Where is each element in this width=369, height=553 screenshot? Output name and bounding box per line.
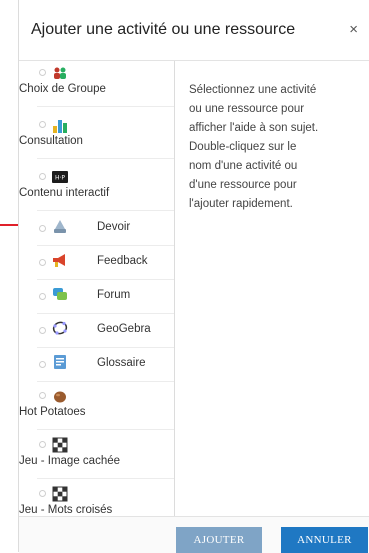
glossary-icon: [54, 355, 66, 369]
option-radio[interactable]: [39, 361, 46, 368]
divider: [37, 347, 174, 348]
option-radio[interactable]: [39, 225, 46, 232]
divider: [37, 279, 174, 280]
option-label: Devoir: [97, 221, 131, 233]
option-label: Forum: [97, 289, 131, 301]
divider: [37, 245, 174, 246]
cancel-button[interactable]: ANNULER: [281, 527, 368, 553]
forum-icon: [53, 288, 67, 300]
divider: [37, 313, 174, 314]
divider: [37, 381, 174, 382]
divider: [37, 210, 174, 211]
option-radio[interactable]: [39, 490, 46, 497]
option-radio[interactable]: [39, 121, 46, 128]
option-label: GeoGebra: [97, 323, 151, 335]
option-label: Consultation: [19, 135, 83, 147]
option-radio[interactable]: [39, 173, 46, 180]
dialog-title: Ajouter une activité ou une ressource: [31, 21, 296, 38]
option-label: Jeu - Mots croisés: [19, 504, 113, 516]
option-label: Hot Potatoes: [19, 406, 86, 418]
help-line: afficher l'aide à son sujet.: [189, 122, 319, 134]
option-label: Glossaire: [97, 357, 146, 369]
geogebra-icon: [52, 321, 68, 335]
option-radio[interactable]: [39, 327, 46, 334]
help-line: ou une ressource pour: [189, 103, 305, 115]
option-hot-potatoes[interactable]: Hot Potatoes: [19, 384, 174, 429]
option-jeu-image-cachee[interactable]: Jeu - Image cachée: [19, 433, 174, 478]
option-radio[interactable]: [39, 69, 46, 76]
divider: [37, 429, 174, 430]
option-radio[interactable]: [39, 293, 46, 300]
help-line: Sélectionnez une activité: [189, 84, 317, 96]
help-text: Sélectionnez une activité ou une ressour…: [189, 81, 359, 214]
add-button[interactable]: AJOUTER: [176, 527, 262, 553]
option-label: Jeu - Image cachée: [19, 455, 121, 467]
option-radio[interactable]: [39, 392, 46, 399]
option-jeu-mots-croises[interactable]: Jeu - Mots croisés: [19, 482, 174, 516]
assignment-icon: [54, 220, 66, 233]
option-choix-de-groupe[interactable]: Choix de Groupe: [19, 61, 174, 106]
option-radio[interactable]: [39, 441, 46, 448]
group-choice-icon: [54, 67, 66, 79]
option-devoir[interactable]: Devoir: [19, 214, 174, 244]
h5p-icon: H·P: [52, 171, 68, 183]
option-radio[interactable]: [39, 259, 46, 266]
divider: [37, 478, 174, 479]
dialog-header: Ajouter une activité ou une ressource ×: [19, 0, 369, 61]
hot-potatoes-icon: [54, 391, 66, 403]
option-forum[interactable]: Forum: [19, 282, 174, 312]
help-line: d'une ressource pour: [189, 179, 297, 191]
divider: [37, 158, 174, 159]
bar-chart-icon: [53, 120, 67, 133]
help-line: nom d'une activité ou: [189, 160, 298, 172]
option-consultation[interactable]: Consultation: [19, 113, 174, 158]
option-contenu-interactif[interactable]: H·P Contenu interactif: [19, 165, 174, 210]
svg-text:H·P: H·P: [55, 175, 65, 182]
megaphone-icon: [53, 254, 65, 267]
option-glossaire[interactable]: Glossaire: [19, 350, 174, 380]
game-crossword-icon: [52, 486, 68, 502]
option-label: Choix de Groupe: [19, 83, 106, 95]
option-label: Feedback: [97, 255, 148, 267]
game-image-icon: [52, 437, 68, 453]
option-label: Contenu interactif: [19, 187, 110, 199]
add-activity-dialog: Ajouter une activité ou une ressource × …: [18, 0, 369, 553]
divider: [37, 106, 174, 107]
option-feedback[interactable]: Feedback: [19, 248, 174, 278]
help-line: Double-cliquez sur le: [189, 141, 297, 153]
options-list: Choix de Groupe Consultation H·P Contenu…: [19, 61, 175, 516]
help-line: l'ajouter rapidement.: [189, 198, 293, 210]
close-icon[interactable]: ×: [349, 22, 358, 37]
dialog-footer: AJOUTER ANNULER: [19, 516, 369, 553]
option-geogebra[interactable]: GeoGebra: [19, 316, 174, 346]
